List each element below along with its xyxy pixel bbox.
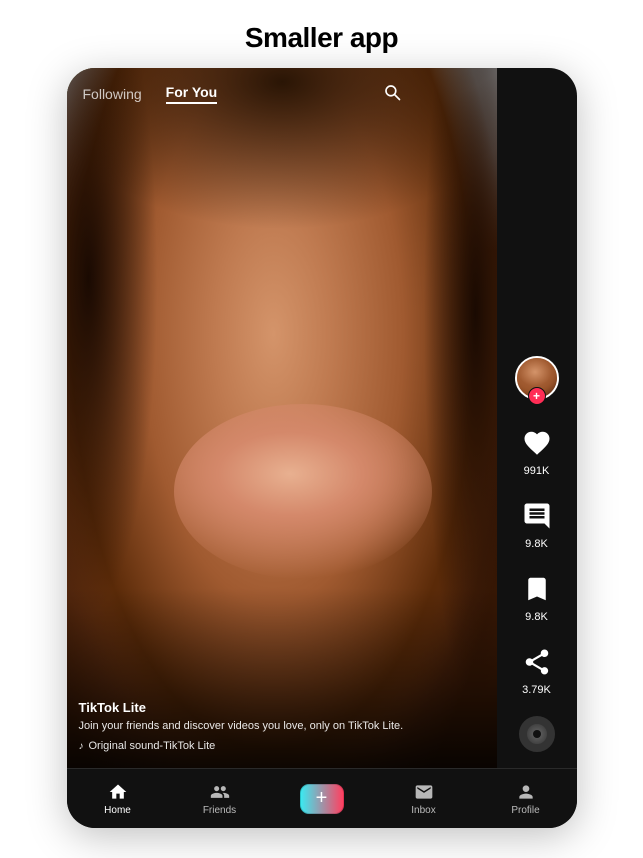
like-count: 991K xyxy=(524,465,550,477)
tab-profile[interactable]: Profile xyxy=(475,781,577,816)
music-note-icon: ♪ xyxy=(79,741,84,752)
comment-action[interactable]: 9.8K xyxy=(518,497,556,550)
tab-inbox[interactable]: Inbox xyxy=(373,781,475,816)
profile-icon xyxy=(515,781,537,803)
bookmark-action[interactable]: 9.8K xyxy=(518,570,556,623)
tab-home[interactable]: Home xyxy=(67,781,169,816)
tab-friends[interactable]: Friends xyxy=(169,781,271,816)
comment-count: 9.8K xyxy=(525,538,548,550)
device-frame: Following For You TikTok Lite Join your … xyxy=(67,68,577,828)
video-content[interactable]: Following For You TikTok Lite Join your … xyxy=(67,68,497,768)
plus-icon: + xyxy=(316,787,328,810)
for-you-tab[interactable]: For You xyxy=(166,84,218,104)
creator-name: TikTok Lite xyxy=(79,700,407,715)
follow-button[interactable]: + xyxy=(528,387,546,405)
following-tab[interactable]: Following xyxy=(83,86,142,102)
sound-name: Original sound-TikTok Lite xyxy=(89,740,216,752)
home-label: Home xyxy=(104,805,131,816)
top-navigation: Following For You xyxy=(67,68,417,120)
friends-label: Friends xyxy=(203,805,236,816)
creator-description: Join your friends and discover videos yo… xyxy=(79,719,407,734)
bookmark-count: 9.8K xyxy=(525,611,548,623)
inbox-label: Inbox xyxy=(411,805,435,816)
plus-button[interactable]: + xyxy=(301,785,343,813)
sound-info: ♪ Original sound-TikTok Lite xyxy=(79,740,407,752)
video-info: TikTok Lite Join your friends and discov… xyxy=(79,700,407,752)
search-icon[interactable] xyxy=(383,83,401,106)
avatar-container[interactable]: + xyxy=(515,356,559,400)
profile-label: Profile xyxy=(511,805,539,816)
share-count: 3.79K xyxy=(522,684,551,696)
like-action[interactable]: 991K xyxy=(518,424,556,477)
page-title: Smaller app xyxy=(245,0,398,68)
tab-plus[interactable]: + xyxy=(271,785,373,813)
home-icon xyxy=(107,781,129,803)
friends-icon xyxy=(209,781,231,803)
tab-bar: Home Friends + Inbox xyxy=(67,768,577,828)
inbox-icon xyxy=(413,781,435,803)
sound-disc[interactable] xyxy=(519,716,555,752)
right-sidebar: + 991K 9.8K xyxy=(497,68,577,768)
share-action[interactable]: 3.79K xyxy=(518,643,556,696)
